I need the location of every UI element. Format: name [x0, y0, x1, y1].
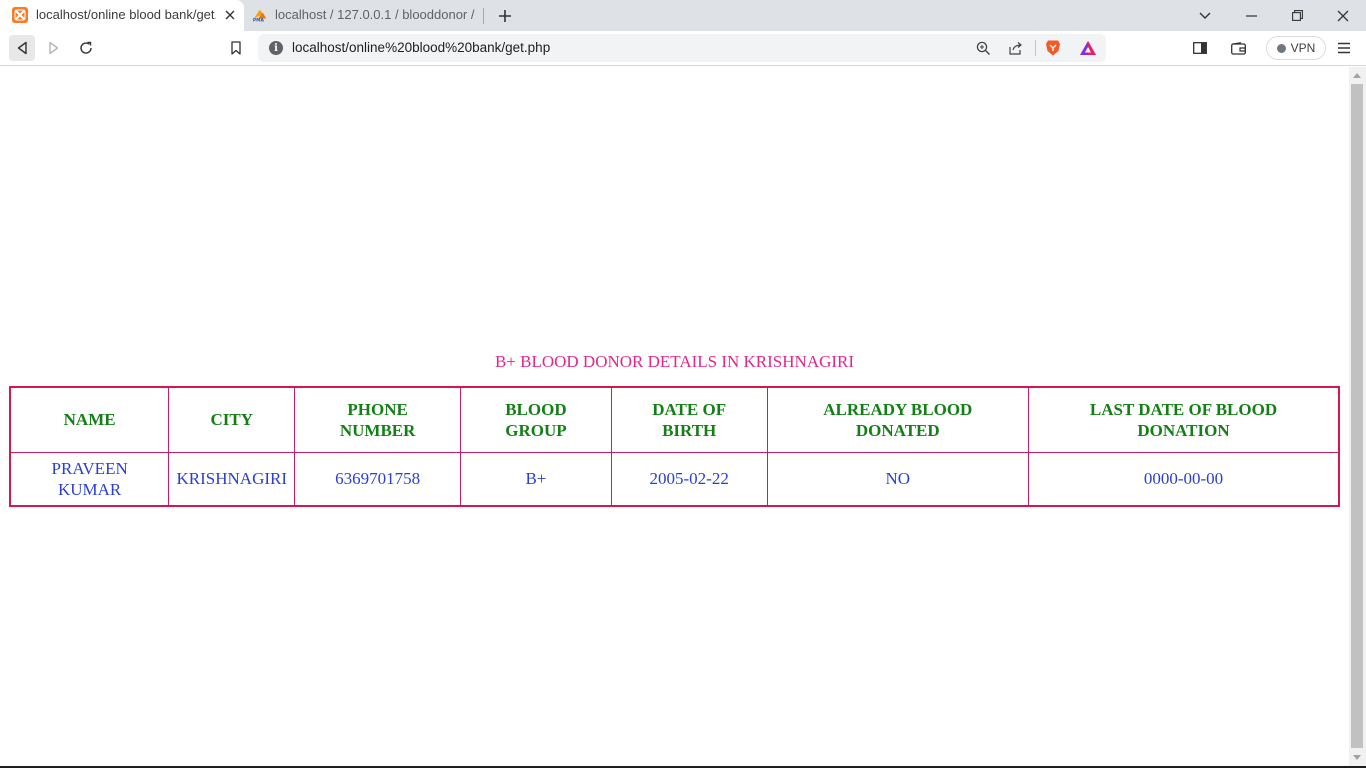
address-bar[interactable]: i localhost/online%20blood%20bank/get.ph… [258, 34, 1106, 62]
address-bar-divider [1035, 40, 1036, 56]
address-url[interactable]: localhost/online%20blood%20bank/get.php [292, 40, 550, 56]
page-viewport: B+ BLOOD DONOR DETAILS IN KRISHNAGIRI NA… [0, 67, 1349, 766]
wallet-icon [1230, 41, 1246, 55]
close-window-button[interactable] [1320, 0, 1366, 31]
forward-arrow-icon [49, 41, 59, 55]
donor-table: NAME CITY PHONE NUMBER BLOOD GROUP DATE OF… [9, 386, 1340, 507]
column-header-last-donation: LAST DATE OF BLOOD DONATION [1028, 386, 1340, 453]
restore-button[interactable] [1274, 0, 1320, 31]
close-icon[interactable] [222, 7, 238, 23]
cell-already-donated: NO [766, 451, 1030, 507]
scroll-down-arrow-icon[interactable] [1353, 755, 1361, 760]
reload-button[interactable] [73, 35, 99, 61]
hamburger-menu-icon [1338, 42, 1350, 54]
tab-phpmyadmin[interactable]: PMA localhost / 127.0.0.1 / blooddonor /… [244, 0, 484, 31]
cell-blood-group: B+ [460, 451, 612, 507]
vpn-button[interactable]: VPN [1266, 36, 1326, 60]
site-info-icon[interactable]: i [269, 41, 283, 55]
bookmark-icon [231, 41, 241, 55]
column-header-blood-group: BLOOD GROUP [460, 386, 612, 453]
tab-divider [483, 8, 484, 24]
scroll-up-arrow-icon[interactable] [1353, 73, 1361, 78]
menu-button[interactable] [1331, 35, 1357, 61]
column-header-name: NAME [9, 386, 170, 453]
column-header-already-donated: ALREADY BLOOD DONATED [766, 386, 1030, 453]
new-tab-button[interactable] [494, 5, 516, 27]
back-button[interactable] [9, 35, 35, 61]
svg-text:PMA: PMA [253, 18, 265, 23]
table-row: PRAVEEN KUMAR KRISHNAGIRI 6369701758 B+ 2… [9, 451, 1340, 507]
cell-last-donation: 0000-00-00 [1028, 451, 1340, 507]
cell-name: PRAVEEN KUMAR [9, 451, 170, 507]
table-header-row: NAME CITY PHONE NUMBER BLOOD GROUP DATE OF… [9, 386, 1340, 453]
brave-shields-icon[interactable] [1044, 39, 1062, 57]
cell-date-of-birth: 2005-02-22 [610, 451, 768, 507]
zoom-icon[interactable] [974, 39, 992, 57]
tab-title: localhost / 127.0.0.1 / blooddonor / bl [275, 7, 475, 22]
share-icon[interactable] [1006, 39, 1024, 57]
column-header-phone-number: PHONE NUMBER [294, 386, 462, 453]
column-header-city: CITY [168, 386, 296, 453]
tab-get-php[interactable]: localhost/online blood bank/get. [0, 0, 244, 31]
scrollbar-thumb[interactable] [1351, 84, 1363, 748]
vpn-label: VPN [1290, 41, 1316, 55]
forward-button[interactable] [41, 35, 67, 61]
phpmyadmin-icon: PMA [252, 7, 268, 23]
wallet-button[interactable] [1225, 35, 1251, 61]
page-title: B+ BLOOD DONOR DETAILS IN KRISHNAGIRI [494, 352, 855, 371]
cell-city: KRISHNAGIRI [168, 451, 296, 507]
column-header-date-of-birth: DATE OF BIRTH [610, 386, 768, 453]
sidebar-button[interactable] [1187, 35, 1213, 61]
vpn-status-icon [1276, 43, 1286, 53]
browser-toolbar: i localhost/online%20blood%20bank/get.ph… [0, 31, 1366, 66]
xampp-icon [12, 7, 28, 23]
reload-icon [80, 41, 92, 54]
bookmark-button[interactable] [223, 35, 249, 61]
tab-search-chevron-down-icon[interactable] [1182, 0, 1228, 31]
vertical-scrollbar[interactable] [1349, 67, 1366, 766]
sidebar-icon [1193, 42, 1207, 54]
tab-title: localhost/online blood bank/get. [36, 7, 216, 22]
tab-strip: localhost/online blood bank/get. PMA loc… [0, 0, 1366, 31]
back-arrow-icon [17, 41, 27, 55]
minimize-button[interactable] [1228, 0, 1274, 31]
brave-rewards-icon[interactable] [1079, 39, 1097, 57]
cell-phone: 6369701758 [294, 451, 462, 507]
